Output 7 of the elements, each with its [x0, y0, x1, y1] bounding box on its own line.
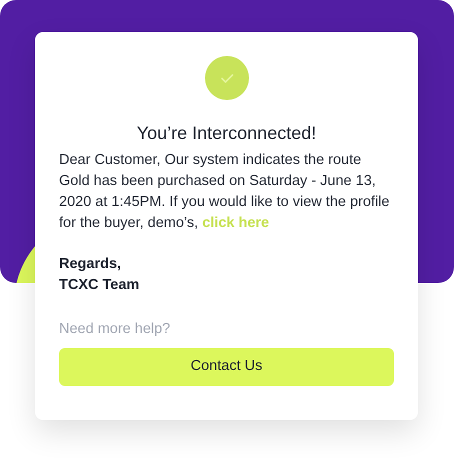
signature-text: Regards, [59, 255, 122, 274]
help-text: Need more help? [59, 320, 172, 339]
check-icon [204, 56, 248, 100]
card-title: You’re Interconnected! [136, 122, 318, 145]
contact-us-button[interactable]: Contact Us [59, 348, 394, 386]
message-text: Dear Customer, Our system indicates the route Gold has been purchased on Saturday - June 13, 2020 at 1:45PM. If you would like to view the profile for the buyer, demo’s, click here [59, 151, 390, 233]
signature-text: TCXC Team [59, 276, 140, 295]
